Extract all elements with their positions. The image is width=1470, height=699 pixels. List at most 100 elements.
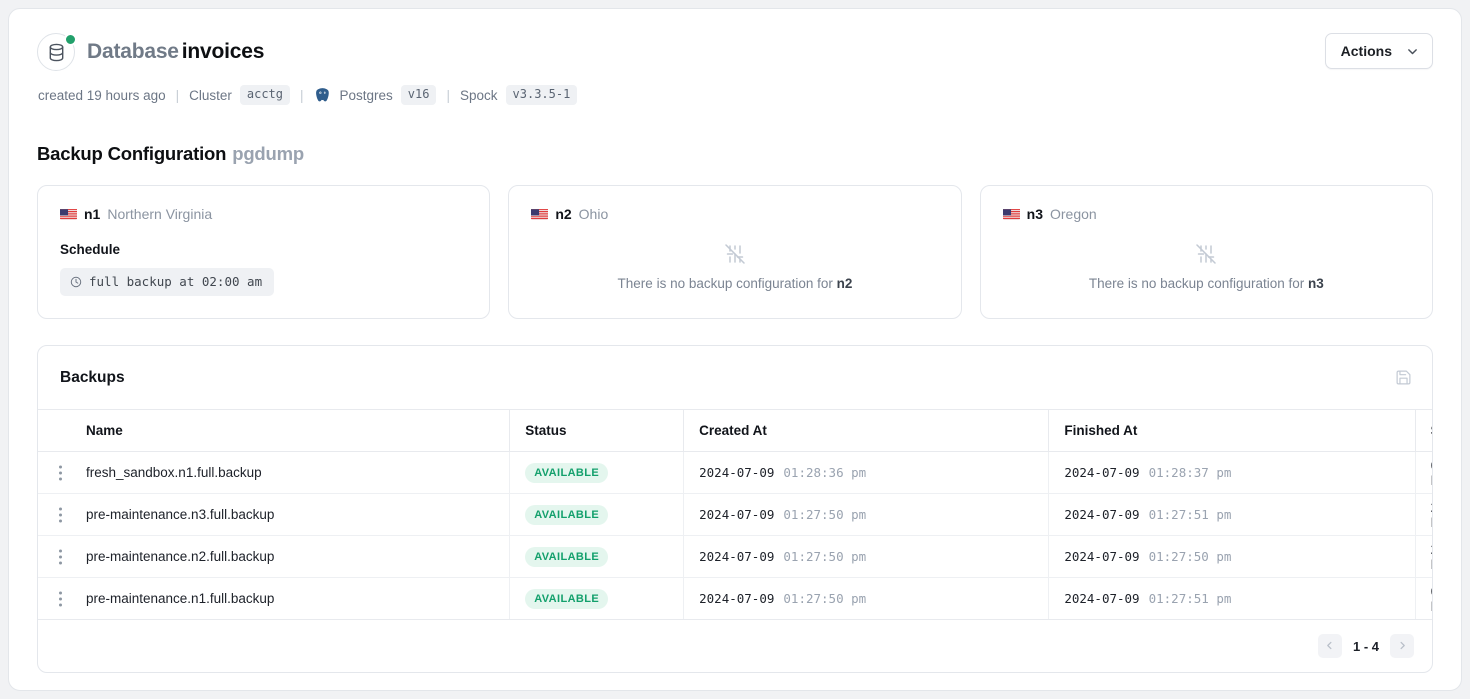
cluster-chip[interactable]: acctg	[239, 85, 290, 105]
page-title: Database invoices	[87, 39, 264, 65]
cell-status: AVAILABLE	[509, 577, 685, 620]
backups-table: Name Status Created At Finished At Size …	[38, 409, 1432, 620]
finished-time: 01:27:51 pm	[1148, 507, 1232, 522]
name-cell: pre-maintenance.n2.full.backup	[59, 549, 509, 564]
spock-version-chip[interactable]: v3.3.5-1	[505, 85, 578, 105]
cell-finished-at: 2024-07-09 01:28:37 pm	[1048, 451, 1416, 494]
cell-name: pre-maintenance.n2.full.backup	[38, 535, 511, 578]
save-icon[interactable]	[1395, 369, 1412, 386]
actions-button-label: Actions	[1340, 43, 1392, 59]
meta-separator: |	[175, 87, 180, 103]
chevron-left-icon	[1324, 639, 1335, 654]
name-cell: pre-maintenance.n3.full.backup	[59, 507, 509, 522]
node-card-n3: n3 Oregon There is no backup configurati…	[979, 185, 1433, 319]
backup-name: pre-maintenance.n2.full.backup	[86, 549, 275, 564]
table-row[interactable]: pre-maintenance.n1.full.backup AVAILABLE…	[38, 577, 1432, 620]
node-region: Northern Virginia	[107, 206, 213, 222]
table-row[interactable]: fresh_sandbox.n1.full.backup AVAILABLE 2…	[38, 451, 1432, 494]
database-header: Database invoices created 19 hours ago | …	[37, 33, 1433, 105]
pagination-prev-button[interactable]	[1317, 634, 1342, 658]
backup-configuration-title: Backup Configuration pgdump	[37, 143, 1433, 165]
status-badge: AVAILABLE	[525, 546, 609, 567]
backups-title: Backups	[60, 368, 125, 386]
cell-finished-at: 2024-07-09 01:27:50 pm	[1048, 535, 1416, 578]
column-header-finished-at[interactable]: Finished At	[1048, 409, 1416, 452]
engine-version-chip[interactable]: v16	[400, 85, 437, 105]
node-header: n2 Ohio	[531, 206, 938, 222]
finished-time: 01:27:50 pm	[1148, 549, 1232, 564]
column-header-created-at[interactable]: Created At	[683, 409, 1050, 452]
column-header-size[interactable]: Size	[1415, 409, 1432, 452]
finished-date: 2024-07-09	[1064, 507, 1140, 522]
empty-state: There is no backup configuration for n3	[981, 242, 1432, 291]
cell-name: pre-maintenance.n3.full.backup	[38, 493, 511, 536]
us-flag-icon	[1002, 208, 1020, 220]
finished-at-timestamp: 2024-07-09 01:27:51 pm	[1064, 591, 1231, 606]
table-row[interactable]: pre-maintenance.n2.full.backup AVAILABLE…	[38, 535, 1432, 578]
empty-state-prefix: There is no backup configuration for	[617, 276, 837, 291]
cell-size: 2.24 KB	[1415, 493, 1432, 536]
finished-date: 2024-07-09	[1064, 465, 1140, 480]
cell-name: fresh_sandbox.n1.full.backup	[38, 451, 511, 494]
pagination-range: 1 - 4	[1352, 638, 1379, 654]
backup-name: fresh_sandbox.n1.full.backup	[86, 465, 262, 480]
empty-state: There is no backup configuration for n2	[509, 242, 960, 291]
node-card-n2: n2 Ohio There is no backup configuration…	[508, 185, 962, 319]
row-menu-icon[interactable]	[54, 504, 67, 525]
cell-status: AVAILABLE	[509, 493, 685, 536]
us-flag-icon	[60, 208, 77, 220]
cell-size: 65.28 KB	[1415, 451, 1432, 494]
meta-separator-2: |	[300, 87, 304, 103]
section-title-sub: pgdump	[232, 143, 304, 164]
finished-at-timestamp: 2024-07-09 01:27:50 pm	[1064, 549, 1231, 564]
clock-icon	[70, 276, 82, 288]
actions-button[interactable]: Actions	[1324, 33, 1433, 69]
row-menu-icon[interactable]	[54, 546, 67, 567]
backup-name: pre-maintenance.n1.full.backup	[86, 591, 275, 606]
meta-separator-3: |	[446, 87, 450, 103]
cell-status: AVAILABLE	[509, 451, 685, 494]
pagination: 1 - 4	[38, 620, 1432, 672]
backup-name: pre-maintenance.n3.full.backup	[86, 507, 275, 522]
node-card-n1: n1 Northern Virginia Schedule full backu…	[37, 185, 491, 319]
cell-name: pre-maintenance.n1.full.backup	[38, 577, 511, 620]
backups-table-body: fresh_sandbox.n1.full.backup AVAILABLE 2…	[38, 451, 1432, 620]
node-code: n3	[1026, 206, 1043, 222]
postgres-logo-icon	[314, 87, 331, 104]
cell-finished-at: 2024-07-09 01:27:51 pm	[1048, 577, 1416, 620]
row-menu-icon[interactable]	[54, 588, 67, 609]
empty-state-node: n3	[1308, 276, 1324, 291]
status-badge: AVAILABLE	[525, 504, 609, 525]
cell-created-at: 2024-07-09 01:27:50 pm	[683, 535, 1050, 578]
column-header-status[interactable]: Status	[509, 409, 685, 452]
pagination-next-button[interactable]	[1390, 634, 1414, 658]
created-at-timestamp: 2024-07-09 01:27:50 pm	[699, 507, 866, 522]
table-header-row: Name Status Created At Finished At Size	[38, 409, 1432, 452]
created-at-timestamp: 2024-07-09 01:27:50 pm	[699, 549, 866, 564]
cell-created-at: 2024-07-09 01:27:50 pm	[683, 493, 1050, 536]
status-dot	[64, 33, 77, 46]
engine-label: Postgres	[339, 87, 393, 103]
table-row[interactable]: pre-maintenance.n3.full.backup AVAILABLE…	[38, 493, 1432, 536]
created-time: 01:27:50 pm	[783, 591, 867, 606]
node-card-grid: n1 Northern Virginia Schedule full backu…	[37, 185, 1433, 319]
cluster-label: Cluster	[189, 87, 232, 103]
chevron-right-icon	[1397, 639, 1408, 654]
empty-state-prefix: There is no backup configuration for	[1088, 276, 1308, 291]
column-header-name[interactable]: Name	[38, 409, 511, 452]
database-icon	[48, 43, 65, 62]
node-header: n1 Northern Virginia	[60, 206, 467, 222]
cell-size: 2.24 KB	[1415, 535, 1432, 578]
node-code: n1	[84, 206, 101, 222]
chevron-down-icon	[1406, 45, 1419, 58]
created-date: 2024-07-09	[699, 507, 775, 522]
schedule-tag[interactable]: full backup at 02:00 am	[60, 268, 275, 296]
database-title-row: Database invoices	[37, 33, 577, 71]
empty-state-text: There is no backup configuration for n3	[1089, 276, 1324, 291]
node-region: Ohio	[578, 206, 609, 222]
row-menu-icon[interactable]	[54, 462, 67, 483]
created-at-timestamp: 2024-07-09 01:28:36 pm	[699, 465, 866, 480]
created-time: 01:28:36 pm	[783, 465, 867, 480]
cell-finished-at: 2024-07-09 01:27:51 pm	[1048, 493, 1416, 536]
created-date: 2024-07-09	[699, 549, 775, 564]
